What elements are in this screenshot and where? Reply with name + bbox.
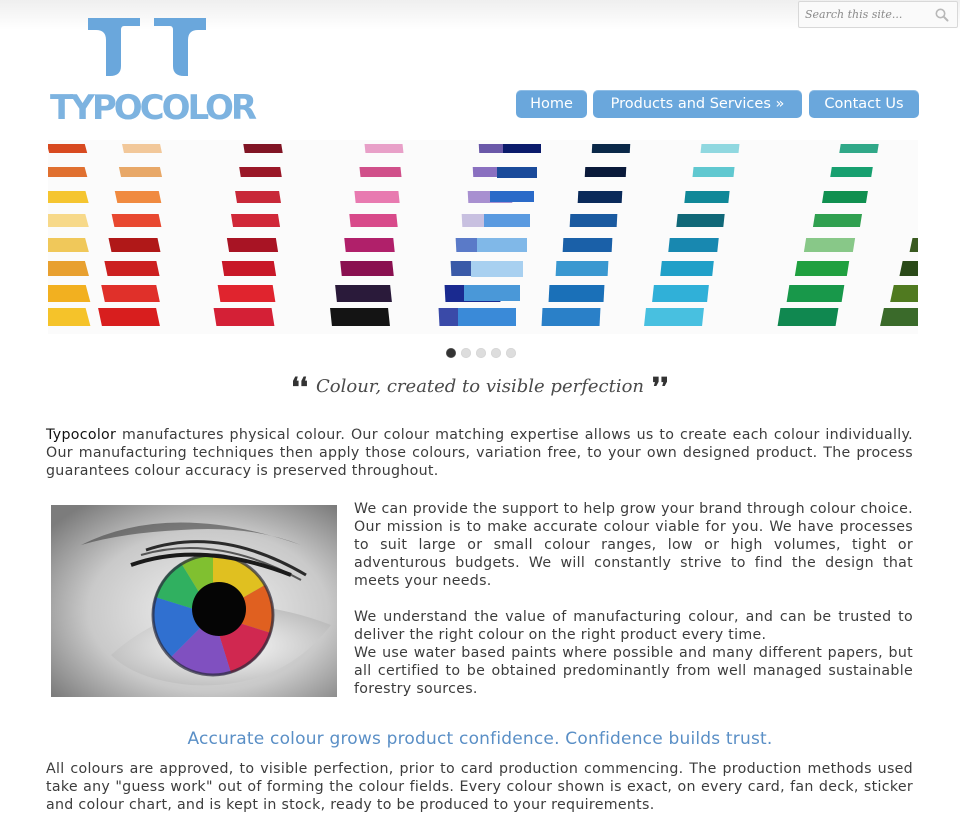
colour-swatch xyxy=(349,214,398,228)
colour-swatch xyxy=(222,261,277,277)
colour-swatch xyxy=(48,308,91,326)
logo-text: TYPOCOLOR xyxy=(50,88,257,128)
colour-swatch xyxy=(830,167,873,178)
slider-dot-5[interactable] xyxy=(506,348,516,358)
search-box[interactable] xyxy=(798,1,958,28)
colour-swatch xyxy=(108,237,161,252)
nav-products-and-services[interactable]: Products and Services » xyxy=(593,90,802,118)
colour-swatch xyxy=(234,190,281,203)
colour-swatch xyxy=(329,308,390,326)
logo-mark-icon xyxy=(88,18,206,76)
colour-swatch xyxy=(217,284,276,302)
colour-swatch xyxy=(458,308,516,326)
colour-swatch xyxy=(660,261,715,277)
open-quote-icon: ❛❛ xyxy=(291,373,308,403)
logo[interactable]: TYPOCOLOR xyxy=(50,18,257,128)
colour-swatch xyxy=(890,284,918,302)
colour-swatch xyxy=(652,284,710,302)
colour-swatch xyxy=(668,237,720,252)
colour-swatch xyxy=(101,284,160,302)
colour-swatch xyxy=(795,261,850,277)
colour-swatch xyxy=(577,190,622,203)
intro-brand: Typocolor xyxy=(46,427,117,443)
colour-swatch xyxy=(899,261,918,277)
colour-swatch xyxy=(555,261,609,277)
colour-swatch xyxy=(591,144,631,153)
colour-swatch xyxy=(477,237,527,252)
value-paragraph: We understand the value of manufacturing… xyxy=(354,609,913,643)
slider-dot-2[interactable] xyxy=(461,348,471,358)
colour-swatch xyxy=(562,237,613,252)
colour-swatch xyxy=(541,308,601,326)
colour-swatch xyxy=(644,308,705,326)
colour-swatch xyxy=(364,144,404,153)
colour-swatch xyxy=(570,214,618,228)
colour-swatch xyxy=(359,167,402,178)
intro-paragraph: Typocolor manufactures physical colour. … xyxy=(46,426,913,480)
banner-slider[interactable] xyxy=(48,140,918,334)
support-paragraph: We can provide the support to help grow … xyxy=(354,501,913,589)
colour-swatch xyxy=(122,144,162,153)
colour-swatch xyxy=(48,144,88,153)
colour-swatch xyxy=(213,308,275,326)
quote: ❛❛ Colour, created to visible perfection ❜… xyxy=(0,373,960,403)
search-icon[interactable] xyxy=(934,7,950,23)
colour-swatch xyxy=(692,167,735,178)
colour-swatch xyxy=(483,214,531,228)
colour-swatch xyxy=(464,284,520,302)
colour-swatch xyxy=(812,214,862,228)
colour-swatch xyxy=(470,261,524,277)
colour-swatch xyxy=(48,237,90,252)
colour-swatch xyxy=(496,167,538,178)
eye-image xyxy=(51,505,337,697)
eye-icon xyxy=(51,505,337,697)
colour-swatch xyxy=(584,167,626,178)
colour-swatch xyxy=(676,214,725,228)
colour-swatch xyxy=(909,237,918,252)
colour-swatch xyxy=(118,167,162,178)
colour-swatch xyxy=(777,308,839,326)
colour-swatch xyxy=(243,144,283,153)
nav-contact-us[interactable]: Contact Us xyxy=(809,90,919,118)
slider-dot-4[interactable] xyxy=(491,348,501,358)
colour-swatch xyxy=(548,284,605,302)
colour-swatch xyxy=(104,261,161,277)
colour-swatch xyxy=(48,284,90,302)
colour-swatch xyxy=(344,237,396,252)
colour-swatch xyxy=(339,261,394,277)
tagline: Accurate colour grows product confidence… xyxy=(187,729,773,749)
colour-swatch xyxy=(226,237,279,252)
colour-swatch xyxy=(880,308,918,326)
colour-swatch xyxy=(48,190,89,203)
colour-swatch xyxy=(839,144,879,153)
colour-swatch xyxy=(230,214,280,228)
colour-swatch xyxy=(48,261,90,277)
colour-swatch xyxy=(803,237,856,252)
colour-swatch xyxy=(115,190,162,203)
search-input[interactable] xyxy=(805,5,925,24)
colour-swatch xyxy=(503,144,541,153)
colour-swatch xyxy=(48,214,89,228)
colour-swatch xyxy=(354,190,400,203)
intro-text: manufactures physical colour. Our colour… xyxy=(46,427,913,479)
colour-swatch xyxy=(684,190,730,203)
colour-swatch xyxy=(490,190,534,203)
slider-dot-3[interactable] xyxy=(476,348,486,358)
colour-swatch xyxy=(786,284,844,302)
colour-swatch xyxy=(821,190,868,203)
close-quote-icon: ❜❜ xyxy=(652,373,669,403)
colour-swatch xyxy=(239,167,282,178)
slider-dot-1[interactable] xyxy=(446,348,456,358)
paper-paragraph: We use water based paints where possible… xyxy=(354,645,913,697)
closing-paragraph: All colours are approved, to visible per… xyxy=(46,761,913,813)
colour-swatch xyxy=(97,308,160,326)
colour-swatch xyxy=(334,284,392,302)
quote-text: Colour, created to visible perfection xyxy=(315,376,645,397)
colour-swatch xyxy=(111,214,161,228)
colour-swatch xyxy=(700,144,740,153)
colour-swatch xyxy=(48,167,88,178)
nav-home[interactable]: Home xyxy=(516,90,587,118)
